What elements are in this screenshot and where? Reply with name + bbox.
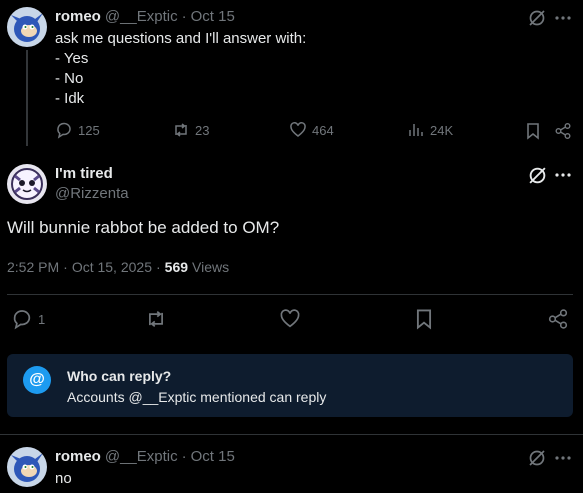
post-line: ask me questions and I'll answer with: [55, 30, 307, 47]
author-name[interactable]: romeo [55, 448, 101, 465]
separator-dot: · [155, 259, 161, 275]
reply-count: 1 [38, 311, 46, 327]
author-name[interactable]: romeo [55, 8, 101, 25]
post-timestamp-row: 2:52 PM · Oct 15, 2025 · 569 Views [7, 259, 229, 275]
post-time[interactable]: 2:52 PM [7, 259, 59, 275]
notice-title: Who can reply? [67, 368, 172, 384]
bookmark-icon[interactable] [412, 307, 436, 331]
views-count: 24K [430, 122, 454, 138]
separator-dot: · [181, 448, 187, 465]
grok-icon[interactable] [527, 8, 547, 28]
share-icon[interactable] [546, 307, 570, 331]
author-handle[interactable]: @__Exptic [105, 448, 178, 465]
repost-icon[interactable] [144, 307, 168, 331]
divider [0, 434, 583, 435]
avatar-romeo[interactable] [7, 447, 47, 487]
avatar-rizzenta[interactable] [7, 164, 47, 204]
notice-subtitle: Accounts @__Exptic mentioned can reply [67, 389, 327, 405]
grok-icon[interactable] [527, 448, 547, 468]
reply-post-header: romeo @__Exptic · Oct 15 [55, 448, 235, 465]
main-post-text: Will bunnie rabbot be added to OM? [7, 218, 280, 237]
more-options-icon[interactable] [553, 165, 573, 185]
reply-icon [55, 121, 73, 139]
heart-icon [289, 121, 307, 139]
author-handle[interactable]: @__Exptic [105, 8, 178, 25]
avatar-romeo[interactable] [7, 7, 47, 47]
reply-post-text: no [55, 470, 72, 487]
post-date[interactable]: Oct 15 [191, 8, 235, 25]
bookmark-icon[interactable] [523, 121, 543, 141]
at-mention-icon: @ [23, 366, 51, 394]
reply-button[interactable]: 1 [11, 308, 45, 330]
parent-post-header: romeo @__Exptic · Oct 15 [55, 8, 235, 25]
author-handle[interactable]: @Rizzenta [55, 185, 129, 202]
analytics-icon [407, 121, 425, 139]
views-button[interactable]: 24K [407, 121, 453, 139]
post-date[interactable]: Oct 15 [191, 448, 235, 465]
post-line: - Idk [55, 90, 85, 107]
views-label: Views [192, 259, 230, 275]
separator-dot: · [63, 259, 68, 275]
reply-icon [11, 308, 33, 330]
thread-connector-line [26, 50, 28, 146]
who-can-reply-notice: @ Who can reply? Accounts @__Exptic ment… [7, 354, 573, 417]
reply-count: 125 [78, 122, 100, 138]
author-name[interactable]: I'm tired [55, 165, 113, 182]
post-line: - Yes [55, 50, 89, 67]
post-date[interactable]: Oct 15, 2025 [72, 259, 152, 275]
share-icon[interactable] [553, 121, 573, 141]
post-line: - No [55, 70, 84, 87]
divider [7, 294, 573, 295]
repost-count: 23 [195, 122, 210, 138]
heart-icon[interactable] [278, 307, 302, 331]
separator-dot: · [181, 8, 187, 25]
views-count: 569 [164, 259, 189, 275]
like-count: 464 [312, 122, 334, 138]
like-button[interactable]: 464 [289, 121, 334, 139]
grok-icon[interactable] [526, 164, 548, 186]
more-options-icon[interactable] [553, 8, 573, 28]
repost-button[interactable]: 23 [172, 121, 209, 139]
more-options-icon[interactable] [553, 448, 573, 468]
parent-post-text: ask me questions and I'll answer with: -… [55, 29, 306, 109]
reply-button[interactable]: 125 [55, 121, 100, 139]
repost-icon [172, 121, 190, 139]
